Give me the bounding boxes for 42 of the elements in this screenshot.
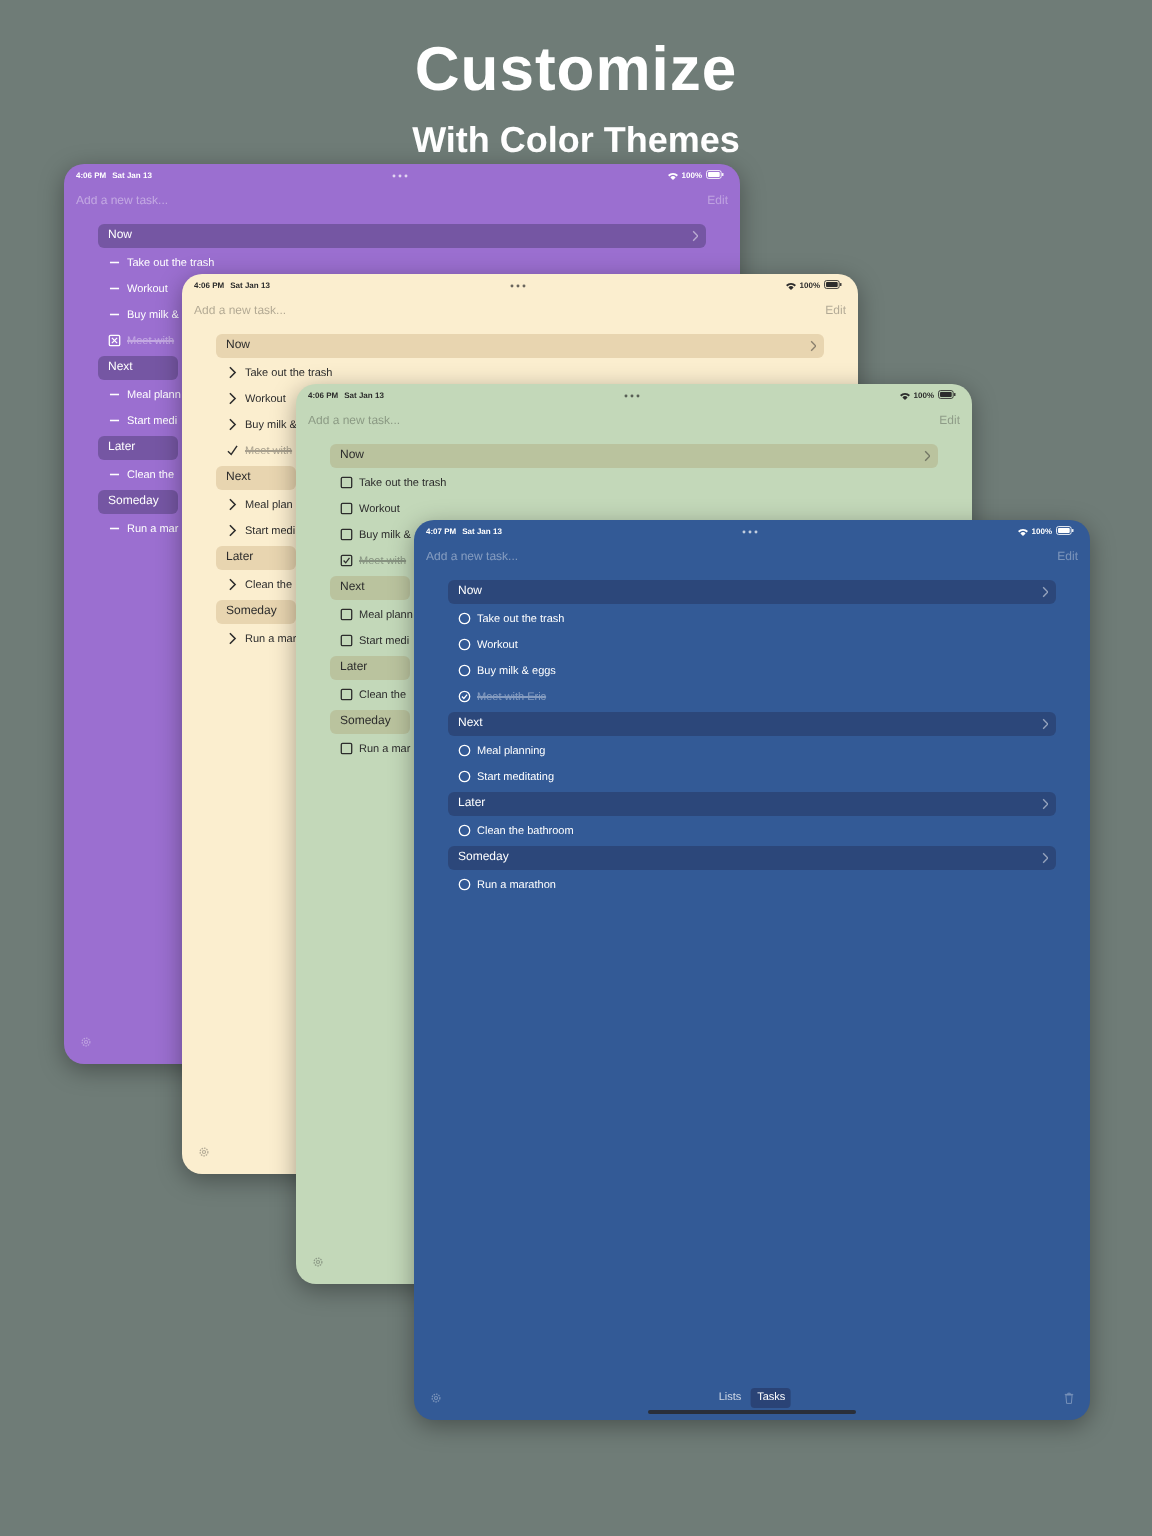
- checked-box-icon[interactable]: [108, 334, 121, 348]
- circle-checkbox[interactable]: [458, 744, 471, 758]
- chevron-right-icon[interactable]: [226, 524, 239, 538]
- circle-checkbox[interactable]: [458, 770, 471, 784]
- checked-circle[interactable]: [458, 690, 471, 704]
- checkbox[interactable]: [340, 608, 353, 622]
- checkbox[interactable]: [340, 528, 353, 542]
- checkmark-icon[interactable]: [226, 444, 239, 458]
- wifi-icon: [785, 281, 796, 289]
- chevron-right-icon[interactable]: [226, 578, 239, 592]
- chevron-right-icon[interactable]: [226, 632, 239, 646]
- checkbox[interactable]: [340, 634, 353, 648]
- wifi-icon: [667, 171, 678, 179]
- chevron-right-icon: [1041, 852, 1048, 864]
- chevron-right-icon: [923, 450, 930, 462]
- chevron-right-icon[interactable]: [226, 392, 239, 406]
- circle-checkbox[interactable]: [458, 664, 471, 678]
- checkbox[interactable]: [340, 502, 353, 516]
- checkbox[interactable]: [340, 742, 353, 756]
- checked-checkbox[interactable]: [340, 554, 353, 568]
- chevron-right-icon: [691, 230, 698, 242]
- chevron-right-icon[interactable]: [226, 498, 239, 512]
- wifi-icon: [1017, 527, 1028, 535]
- promo-title: Customize: [412, 32, 740, 108]
- chevron-right-icon: [1041, 586, 1048, 598]
- circle-checkbox[interactable]: [458, 824, 471, 838]
- battery-icon: [1056, 526, 1074, 536]
- battery-icon: [706, 170, 724, 180]
- circle-checkbox[interactable]: [458, 638, 471, 652]
- checkbox[interactable]: [340, 476, 353, 490]
- chevron-right-icon: [809, 340, 816, 352]
- battery-icon: [824, 280, 842, 290]
- chevron-right-icon: [1041, 798, 1048, 810]
- wifi-icon: [899, 391, 910, 399]
- chevron-right-icon[interactable]: [226, 366, 239, 380]
- checkbox[interactable]: [340, 688, 353, 702]
- chevron-right-icon: [1041, 718, 1048, 730]
- promo-subtitle: With Color Themes: [410, 118, 742, 164]
- circle-checkbox[interactable]: [458, 612, 471, 626]
- chevron-right-icon[interactable]: [226, 418, 239, 432]
- battery-icon: [938, 390, 956, 400]
- circle-checkbox[interactable]: [458, 878, 471, 892]
